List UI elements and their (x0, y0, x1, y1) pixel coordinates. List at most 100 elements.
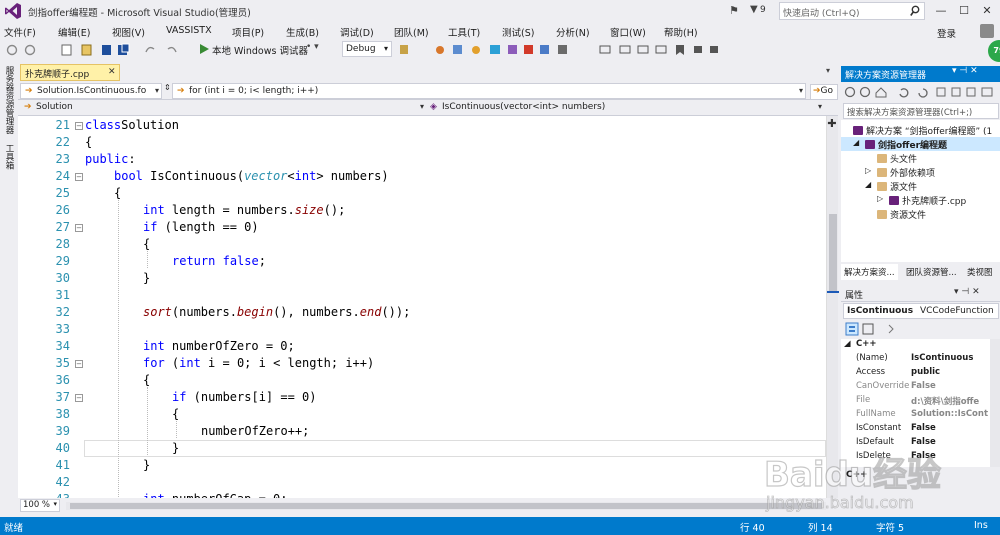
expand-icon[interactable]: ▷ (865, 166, 871, 175)
editor-horizontal-scrollbar[interactable] (66, 502, 826, 510)
menu-item[interactable]: 工具(T) (448, 25, 480, 39)
scrollbar-thumb[interactable] (70, 503, 822, 509)
menu-item[interactable]: VASSISTX (166, 25, 212, 36)
property-value[interactable]: d:\资料\剑指offe (911, 395, 991, 407)
maximize-button[interactable]: ☐ (953, 2, 975, 20)
toolbar-icons-right[interactable] (398, 43, 598, 57)
menu-item[interactable]: 视图(V) (112, 25, 145, 39)
toolbox-tab[interactable]: 工具箱 (3, 144, 15, 170)
properties-scrollbar[interactable] (990, 339, 1000, 467)
property-value[interactable]: public (911, 367, 991, 377)
notifications-icon[interactable]: ▼ (750, 4, 758, 15)
debugger-label[interactable]: 本地 Windows 调试器 (212, 43, 308, 57)
toolbar-icons-left[interactable] (4, 43, 194, 57)
feedback-flag-icon[interactable]: ⚑ (729, 4, 739, 17)
code-token: ; (258, 254, 266, 268)
property-row[interactable]: File d:\资料\剑指offe (841, 395, 991, 409)
properties-object-select[interactable]: IsContinuous VCCodeFunction (843, 303, 999, 319)
tree-item[interactable]: ▷ 扑克牌顺子.cpp (877, 194, 966, 207)
tab-class-view[interactable]: 类视图 (964, 264, 996, 280)
property-row[interactable]: FullName Solution::IsCont (841, 409, 991, 423)
property-row[interactable]: IsConstant False (841, 423, 991, 437)
outline-collapse-icon[interactable]: − (75, 394, 83, 402)
menu-item[interactable]: 帮助(H) (664, 25, 698, 39)
outline-collapse-icon[interactable]: − (75, 224, 83, 232)
menu-item[interactable]: 调试(D) (340, 25, 374, 39)
document-tab[interactable]: 扑克牌顺子.cpp (20, 64, 120, 81)
quick-launch-input[interactable]: 快速启动 (Ctrl+Q) (779, 2, 925, 20)
code-token: false (222, 254, 259, 268)
line-number: 24 (55, 169, 70, 183)
property-value[interactable]: Solution::IsCont (911, 409, 991, 419)
code-editor[interactable]: 21 22 23 24 25 26 27 28 29 30 31 32 33 34 35 36 37 38 39 40… (18, 116, 826, 498)
property-name: FullName (856, 409, 896, 419)
outline-collapse-icon[interactable]: − (75, 360, 83, 368)
collapse-icon[interactable]: ◢ (865, 180, 871, 189)
tree-item[interactable]: ◢ 剑指offer编程题 (853, 138, 947, 151)
class-dropdown[interactable]: ➔ Solution ▾ (20, 100, 426, 115)
scrollbar-thumb[interactable] (829, 214, 837, 292)
properties-toolbar-icons[interactable] (845, 322, 905, 336)
menu-item[interactable]: 项目(P) (232, 25, 264, 39)
notification-count[interactable]: 9 (760, 5, 766, 15)
property-value[interactable]: False (911, 423, 991, 433)
svg-text:jingyan.baidu.com: jingyan.baidu.com (765, 493, 914, 512)
outline-collapse-icon[interactable]: − (75, 122, 83, 130)
login-link[interactable]: 登录 (937, 26, 956, 40)
menu-item[interactable]: 文件(F) (4, 25, 36, 39)
property-value[interactable]: False (911, 381, 991, 391)
scope-dropdown[interactable]: ➔ Solution.IsContinuous.fo ▾ (20, 83, 162, 99)
menu-item[interactable]: 生成(B) (286, 25, 319, 39)
property-value[interactable]: IsContinuous (911, 353, 991, 363)
start-debugging-icon[interactable] (200, 44, 209, 54)
outline-collapse-icon[interactable]: − (75, 173, 83, 181)
debugger-dropdown-icon[interactable]: • ▾ (306, 42, 319, 52)
scope-spin-icon[interactable]: ⇕ (164, 83, 171, 92)
panel-window-controls[interactable]: ▾ ⊣ ✕ (952, 66, 978, 76)
tree-item[interactable]: ▷ 外部依赖项 (865, 166, 935, 179)
close-button[interactable]: ✕ (976, 2, 998, 20)
member-dropdown[interactable]: ➔ for (int i = 0; i< length; i++) ▾ (172, 83, 806, 99)
property-row[interactable]: (Name) IsContinuous (841, 353, 991, 367)
split-editor-icon[interactable]: ✚ (826, 117, 838, 130)
property-row[interactable]: Access public (841, 367, 991, 381)
tree-item[interactable]: ◢ 源文件 (865, 180, 917, 193)
code-token: ( (164, 356, 180, 370)
menu-item[interactable]: 测试(S) (502, 25, 534, 39)
scope-arrow-icon: ➔ (25, 86, 33, 96)
collapse-icon[interactable]: ◢ (844, 339, 851, 349)
property-value[interactable]: False (911, 437, 991, 447)
server-explorer-tab[interactable]: 服务器资源管理器 (3, 66, 15, 134)
tree-item[interactable]: 头文件 (877, 152, 917, 165)
account-icon[interactable] (980, 24, 994, 38)
solution-explorer-toolbar[interactable] (841, 82, 1000, 102)
configuration-select[interactable]: Debug ▾ (342, 41, 392, 57)
menu-item[interactable]: 编辑(E) (58, 25, 90, 39)
minimize-button[interactable]: — (930, 2, 952, 20)
menu-item[interactable]: 分析(N) (556, 25, 590, 39)
property-row[interactable]: CanOverride False (841, 381, 991, 395)
close-tab-icon[interactable]: ✕ (108, 67, 116, 77)
solution-explorer-toolbar-icons[interactable] (843, 85, 1000, 99)
tab-team-explorer[interactable]: 团队资源管... (903, 264, 960, 280)
tree-item[interactable]: 资源文件 (877, 208, 926, 221)
tree-item[interactable]: 解决方案 “剑指offer编程题” (1 (853, 124, 992, 137)
line-number: 25 (55, 186, 70, 200)
go-button[interactable]: ➔Go (810, 84, 838, 100)
solution-search-input[interactable]: 搜索解决方案资源管理器(Ctrl+;) (843, 103, 999, 119)
property-name: CanOverride (856, 381, 910, 391)
toolbar-icons-extra[interactable] (598, 43, 728, 57)
baidu-jingyan-watermark: Baidu经验 jingyan.baidu.com (760, 448, 980, 514)
editor-vertical-scrollbar[interactable] (826, 116, 839, 498)
expand-icon[interactable]: ▷ (877, 194, 883, 203)
panel-window-controls[interactable]: ▾ ⊣ ✕ (954, 287, 980, 297)
tab-solution-explorer[interactable]: 解决方案资... (841, 264, 898, 280)
menu-item[interactable]: 团队(M) (394, 25, 429, 39)
tab-overflow-icon[interactable]: ▾ (826, 66, 830, 75)
window-title: 剑指offer编程题 - Microsoft Visual Studio(管理员… (28, 8, 251, 19)
zoom-select[interactable]: 100 % ▾ (20, 499, 60, 512)
property-category[interactable]: ◢ C++ (841, 339, 991, 353)
menu-item[interactable]: 窗口(W) (610, 25, 646, 39)
collapse-icon[interactable]: ◢ (853, 138, 859, 147)
function-dropdown[interactable]: ◈ IsContinuous(vector<int> numbers) ▾ (426, 100, 824, 115)
